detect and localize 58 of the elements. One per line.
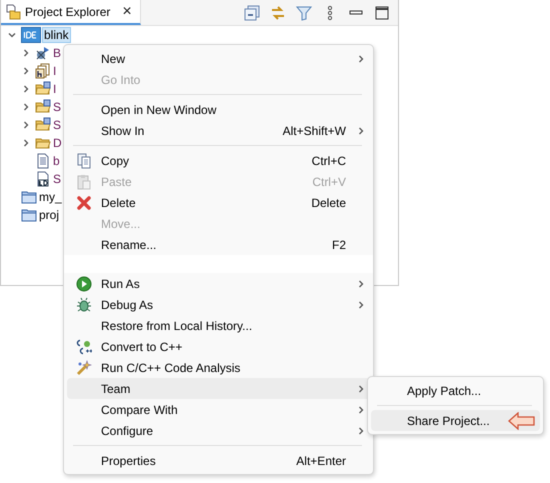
tree-item[interactable]: B — [53, 46, 62, 60]
tree-item[interactable]: D — [53, 136, 62, 150]
cpp-convert-icon — [76, 338, 92, 354]
menu-item[interactable]: Debug As — [67, 294, 370, 315]
tree-item[interactable]: I — [53, 82, 56, 96]
collapse-all-icon[interactable] — [244, 4, 260, 20]
tree-item[interactable]: b — [53, 154, 60, 168]
tree-item[interactable]: proj — [39, 208, 60, 222]
project-folder-icon — [21, 207, 37, 223]
file-icon — [35, 153, 51, 169]
binaries-icon — [35, 45, 51, 61]
menu-item[interactable]: Delete Delete — [67, 192, 370, 213]
menu-item[interactable]: Copy Ctrl+C — [67, 150, 370, 171]
menu-item[interactable]: Properties Alt+Enter — [67, 450, 370, 471]
run-icon — [76, 276, 92, 292]
menu-item[interactable]: Team — [67, 378, 370, 399]
menu-item[interactable]: New — [67, 48, 370, 69]
menu-item[interactable]: Open in New Window — [67, 99, 370, 120]
submenu-chevron-icon — [357, 384, 365, 392]
submenu-chevron-icon — [357, 54, 365, 62]
submenu-chevron-icon — [357, 300, 365, 308]
menu-item[interactable]: Share Project... — [371, 410, 540, 431]
tree-item[interactable]: I — [53, 64, 56, 78]
explorer-icon — [5, 4, 21, 20]
linker-file-icon — [35, 171, 51, 187]
submenu-chevron-icon — [357, 426, 365, 434]
menu-item[interactable]: Rename... F2 — [67, 234, 370, 255]
filter-icon[interactable] — [296, 4, 312, 20]
source-folder-icon — [35, 117, 51, 133]
source-folder-icon — [35, 81, 51, 97]
menu-item[interactable]: Configure — [67, 420, 370, 441]
submenu-chevron-icon — [357, 280, 365, 288]
paste-icon — [76, 174, 92, 190]
menu-item[interactable]: Compare With — [67, 399, 370, 420]
source-folder-icon — [35, 99, 51, 115]
tree-item[interactable]: S — [53, 172, 62, 186]
menu-item[interactable]: Run As — [67, 273, 370, 294]
menu-item[interactable]: Show In Alt+Shift+W — [67, 120, 370, 141]
menu-item[interactable]: Apply Patch... — [371, 380, 540, 401]
submenu-chevron-icon — [357, 126, 365, 134]
tree-item[interactable]: my_ — [39, 190, 62, 204]
copy-icon — [76, 152, 92, 168]
delete-icon — [76, 194, 92, 210]
menu-item[interactable]: Run C/C++ Code Analysis — [67, 357, 370, 378]
project-folder-icon — [21, 189, 37, 205]
view-tab[interactable]: Project Explorer × — [1, 0, 141, 25]
bug-icon — [76, 296, 92, 312]
tree-item[interactable]: S — [53, 100, 62, 114]
wand-icon — [76, 360, 92, 376]
tree-item[interactable]: S — [53, 118, 62, 132]
submenu-chevron-icon — [357, 406, 365, 414]
menu-item[interactable]: Restore from Local History... — [67, 315, 370, 336]
link-arrows-icon[interactable] — [270, 4, 286, 20]
menu-item[interactable]: Convert to C++ — [67, 336, 370, 357]
close-icon[interactable]: × — [122, 4, 132, 20]
maximize-icon[interactable] — [374, 4, 390, 20]
includes-icon — [35, 63, 51, 79]
tree-item[interactable]: blink — [43, 28, 70, 42]
